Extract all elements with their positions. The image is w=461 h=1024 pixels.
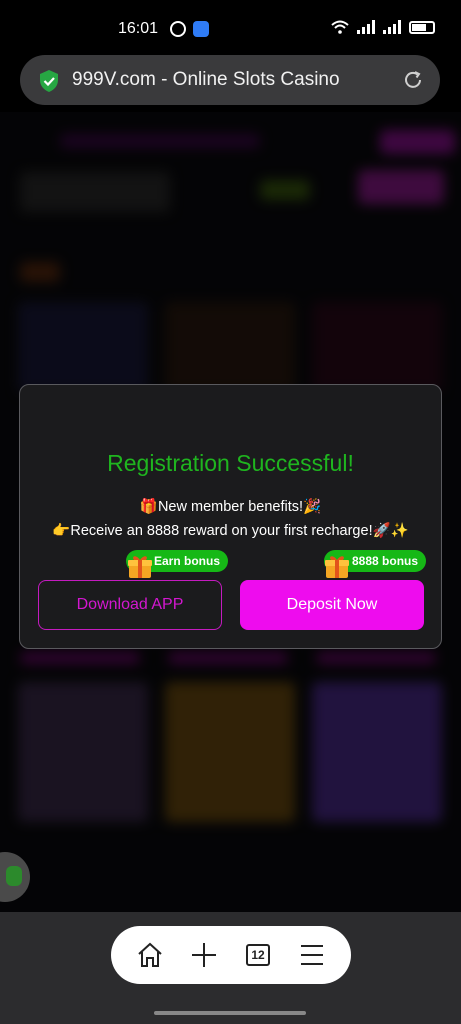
- status-indicators: [331, 20, 435, 34]
- plus-icon: [192, 943, 216, 967]
- shield-check-icon: [40, 70, 58, 92]
- status-bar: 16:01: [0, 0, 461, 56]
- refresh-icon[interactable]: [402, 69, 424, 91]
- benefits-text: 🎁New member benefits!🎉: [139, 499, 322, 515]
- registration-success-modal: Registration Successful! 🎁New member ben…: [19, 384, 442, 649]
- earn-bonus-label: Earn bonus: [154, 554, 221, 568]
- home-icon: [138, 942, 162, 967]
- tabs-count: 12: [246, 944, 270, 966]
- deposit-now-label: Deposit Now: [286, 596, 378, 613]
- app-notification-icon: [193, 21, 209, 37]
- whatsapp-notification-icon: [170, 21, 186, 37]
- modal-title: Registration Successful!: [107, 450, 354, 476]
- browser-bottom-bar: 12: [0, 912, 461, 1024]
- address-bar[interactable]: 999V.com - Online Slots Casino: [20, 55, 440, 105]
- gift-icon: [325, 556, 349, 578]
- home-button[interactable]: [132, 937, 168, 973]
- signal-icon-2: [383, 20, 401, 34]
- reward-text: 👉Receive an 8888 reward on your first re…: [52, 523, 409, 539]
- status-time: 16:01: [118, 20, 159, 37]
- browser-nav-pill: 12: [111, 926, 351, 984]
- battery-icon: [409, 20, 435, 34]
- wifi-icon: [331, 20, 349, 34]
- gift-icon: [128, 556, 152, 578]
- signal-icon: [357, 20, 375, 34]
- hamburger-menu-icon: [301, 945, 323, 965]
- home-indicator: [154, 1011, 306, 1015]
- url-text[interactable]: 999V.com - Online Slots Casino: [72, 69, 340, 91]
- download-app-label: Download APP: [76, 596, 184, 613]
- new-tab-button[interactable]: [186, 937, 222, 973]
- download-app-button[interactable]: Download APP: [38, 580, 222, 630]
- bonus-8888-label: 8888 bonus: [352, 554, 419, 568]
- tabs-button[interactable]: 12: [240, 937, 276, 973]
- deposit-now-button[interactable]: Deposit Now: [240, 580, 424, 630]
- menu-button[interactable]: [294, 937, 330, 973]
